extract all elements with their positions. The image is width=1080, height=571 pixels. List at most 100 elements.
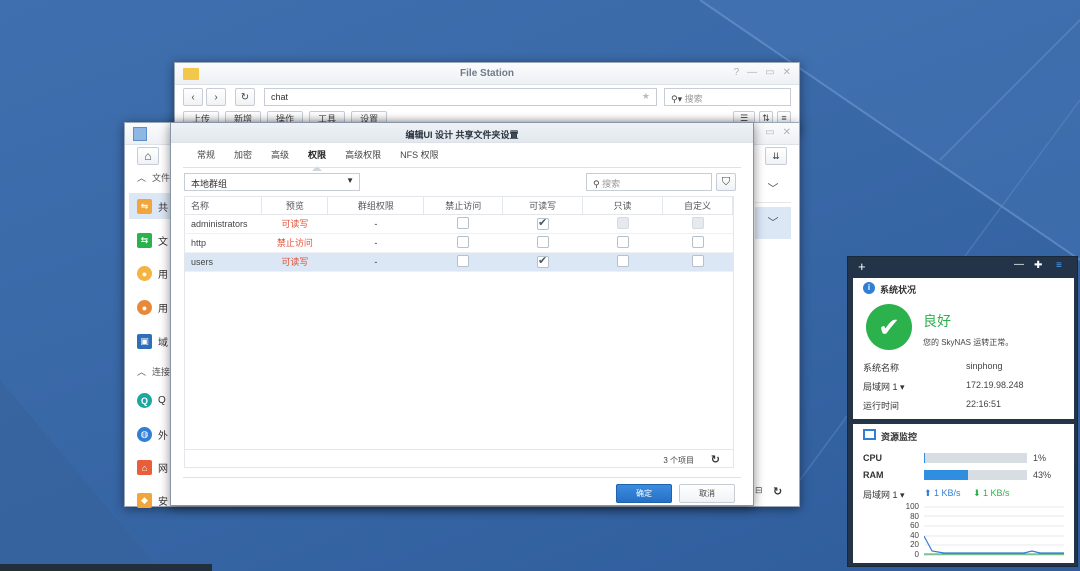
system-status-title: 系统状况	[880, 285, 917, 295]
sidebar-item-quickconnect[interactable]: QQ	[137, 393, 166, 408]
upload-arrow-icon: ⬆	[924, 488, 932, 498]
read-write-checkbox[interactable]: ✔	[536, 255, 549, 268]
field-value-uptime: 22:16:51	[966, 399, 1002, 409]
deny-checkbox[interactable]	[457, 254, 470, 267]
permission-table[interactable]: 名称 预览 群组权限 禁止访问 可读写 只读 自定义 administrator…	[184, 196, 734, 468]
sidebar-item-domain[interactable]: ▣ 域	[137, 334, 168, 349]
refresh-button[interactable]: ↻	[235, 88, 255, 106]
file-station-titlebar[interactable]: File Station ? — ▭ ✕	[175, 63, 799, 85]
section-row-1[interactable]: ﹀	[755, 175, 791, 203]
cp-sort-icon[interactable]: ⇊	[765, 147, 787, 165]
sidebar-item-label: 域	[158, 338, 168, 349]
star-icon[interactable]: ★	[642, 91, 650, 102]
back-button[interactable]: ‹	[183, 88, 203, 106]
sidebar-item-label: Q	[158, 395, 166, 406]
cp-close-icon[interactable]: ✕	[783, 127, 791, 138]
sidebar-item-shared[interactable]: ⇋ 共	[137, 199, 168, 214]
field-label-lan[interactable]: 局域网 1 ▾	[863, 380, 905, 393]
file-search-input[interactable]: ⚲▾ 搜索	[664, 88, 791, 106]
custom-checkbox[interactable]	[691, 254, 704, 267]
ram-bar	[924, 470, 1027, 480]
read-only-checkbox[interactable]	[616, 254, 629, 267]
col-deny[interactable]: 禁止访问	[423, 197, 504, 215]
table-row[interactable]: administrators 可读写 - ✔	[185, 214, 733, 234]
tab-encryption[interactable]: 加密	[227, 145, 259, 165]
path-input[interactable]: chat ★	[264, 88, 657, 106]
forward-button[interactable]: ›	[206, 88, 226, 106]
quickconnect-icon: Q	[137, 393, 152, 408]
sidebar-item-external[interactable]: ◍ 外	[137, 427, 168, 442]
sidebar-item-file-service[interactable]: ⇆ 文	[137, 233, 168, 248]
sidebar-section-connect-label: 连接	[152, 367, 171, 377]
download-rate: 1 KB/s	[983, 488, 1010, 498]
sidebar-item-group[interactable]: ● 用	[137, 300, 168, 315]
read-write-checkbox[interactable]: ✔	[536, 217, 549, 230]
group-select[interactable]: 本地群组 ▼	[184, 173, 360, 191]
custom-checkbox[interactable]	[691, 235, 704, 248]
col-custom[interactable]: 自定义	[662, 197, 733, 215]
refresh-icon[interactable]: ↻	[711, 453, 720, 466]
tab-advanced[interactable]: 高级	[264, 145, 296, 165]
dialog-title: 编辑UI 设计 共享文件夹设置	[405, 130, 519, 140]
dialog-search-input[interactable]: ⚲ 搜索	[586, 173, 712, 191]
lan-selector[interactable]: 局域网 1 ▾	[863, 488, 905, 501]
sidebar-item-network[interactable]: ⌂ 网	[137, 460, 168, 475]
pin-icon[interactable]: ✚	[1034, 260, 1042, 271]
resource-monitor-title: 资源监控	[881, 432, 918, 442]
deny-checkbox[interactable]	[457, 216, 470, 229]
sidebar-section-file[interactable]: ︿ 文件	[137, 171, 170, 184]
resource-monitor-widget[interactable]: 资源监控 CPU 1% RAM 43% 局域网 1 ▾ ⬆ 1 KB/s ⬇ 1…	[853, 424, 1074, 563]
widget-toolbar: + — ✚ ≡	[848, 257, 1077, 277]
network-home-icon: ⌂	[137, 460, 152, 475]
ok-button[interactable]: 确定	[616, 484, 672, 503]
tab-advanced-permissions[interactable]: 高级权限	[338, 145, 388, 165]
dialog-tabs[interactable]: 常规 加密 高级 权限 高级权限 NFS 权限	[190, 145, 446, 171]
dialog-titlebar[interactable]: 编辑UI 设计 共享文件夹设置	[171, 123, 753, 143]
minimize-icon[interactable]: —	[747, 67, 757, 78]
table-row[interactable]: http 禁止访问 -	[185, 233, 733, 253]
system-status-widget[interactable]: i 系统状况 ✔ 良好 您的 SkyNAS 运转正常。 系统名称 sinphon…	[853, 278, 1074, 419]
tab-nfs-permissions[interactable]: NFS 权限	[393, 145, 446, 165]
section-row-2[interactable]: ﹀	[755, 207, 791, 239]
read-write-checkbox[interactable]	[536, 235, 549, 248]
col-group-permission[interactable]: 群组权限	[327, 197, 425, 215]
maximize-icon[interactable]: ▭	[765, 67, 774, 78]
table-row[interactable]: users 可读写 - ✔	[185, 252, 733, 272]
cp-refresh-icon[interactable]: ↻	[773, 485, 782, 498]
field-label-uptime: 运行时间	[863, 401, 900, 411]
deny-checkbox[interactable]	[457, 235, 470, 248]
search-icon: ⚲	[593, 179, 600, 189]
y-tick: 60	[910, 521, 919, 531]
read-only-checkbox[interactable]	[616, 235, 629, 248]
widget-panel[interactable]: + — ✚ ≡ i 系统状况 ✔ 良好 您的 SkyNAS 运转正常。 系统名称…	[847, 256, 1078, 567]
cp-maximize-icon[interactable]: ▭	[765, 127, 774, 138]
close-icon[interactable]: ✕	[783, 67, 791, 78]
col-read-only[interactable]: 只读	[582, 197, 663, 215]
shared-folder-dialog[interactable]: 编辑UI 设计 共享文件夹设置 常规 加密 高级 权限 高级权限 NFS 权限 …	[170, 122, 754, 506]
user-icon: ●	[137, 266, 152, 281]
sidebar-item-user[interactable]: ● 用	[137, 266, 168, 281]
help-icon[interactable]: ?	[734, 67, 740, 78]
row-group-permission: -	[327, 214, 424, 234]
sidebar-section-connect[interactable]: ︿ 连接	[137, 365, 170, 378]
tab-permissions[interactable]: 权限	[301, 145, 333, 171]
col-name[interactable]: 名称	[185, 197, 263, 215]
filter-icon[interactable]: ⛉	[716, 173, 736, 191]
col-preview[interactable]: 预览	[261, 197, 329, 215]
group-select-value: 本地群组	[191, 179, 228, 189]
cancel-button[interactable]: 取消	[679, 484, 735, 503]
file-station-title: File Station	[460, 68, 514, 79]
collapse-icon[interactable]: —	[1014, 259, 1024, 270]
col-read-write[interactable]: 可读写	[502, 197, 584, 215]
control-panel-icon	[133, 127, 147, 141]
globe-icon: ◍	[137, 427, 152, 442]
read-only-checkbox[interactable]	[616, 216, 629, 229]
sidebar-item-security[interactable]: ◆ 安	[137, 493, 168, 508]
field-value-system-name: sinphong	[966, 361, 1003, 371]
home-button[interactable]: ⌂	[137, 147, 159, 165]
add-widget-icon[interactable]: +	[858, 259, 866, 274]
widget-settings-icon[interactable]: ≡	[1056, 260, 1062, 271]
custom-checkbox[interactable]	[691, 216, 704, 229]
tab-general[interactable]: 常规	[190, 145, 222, 165]
sidebar-item-label: 共	[158, 203, 168, 214]
